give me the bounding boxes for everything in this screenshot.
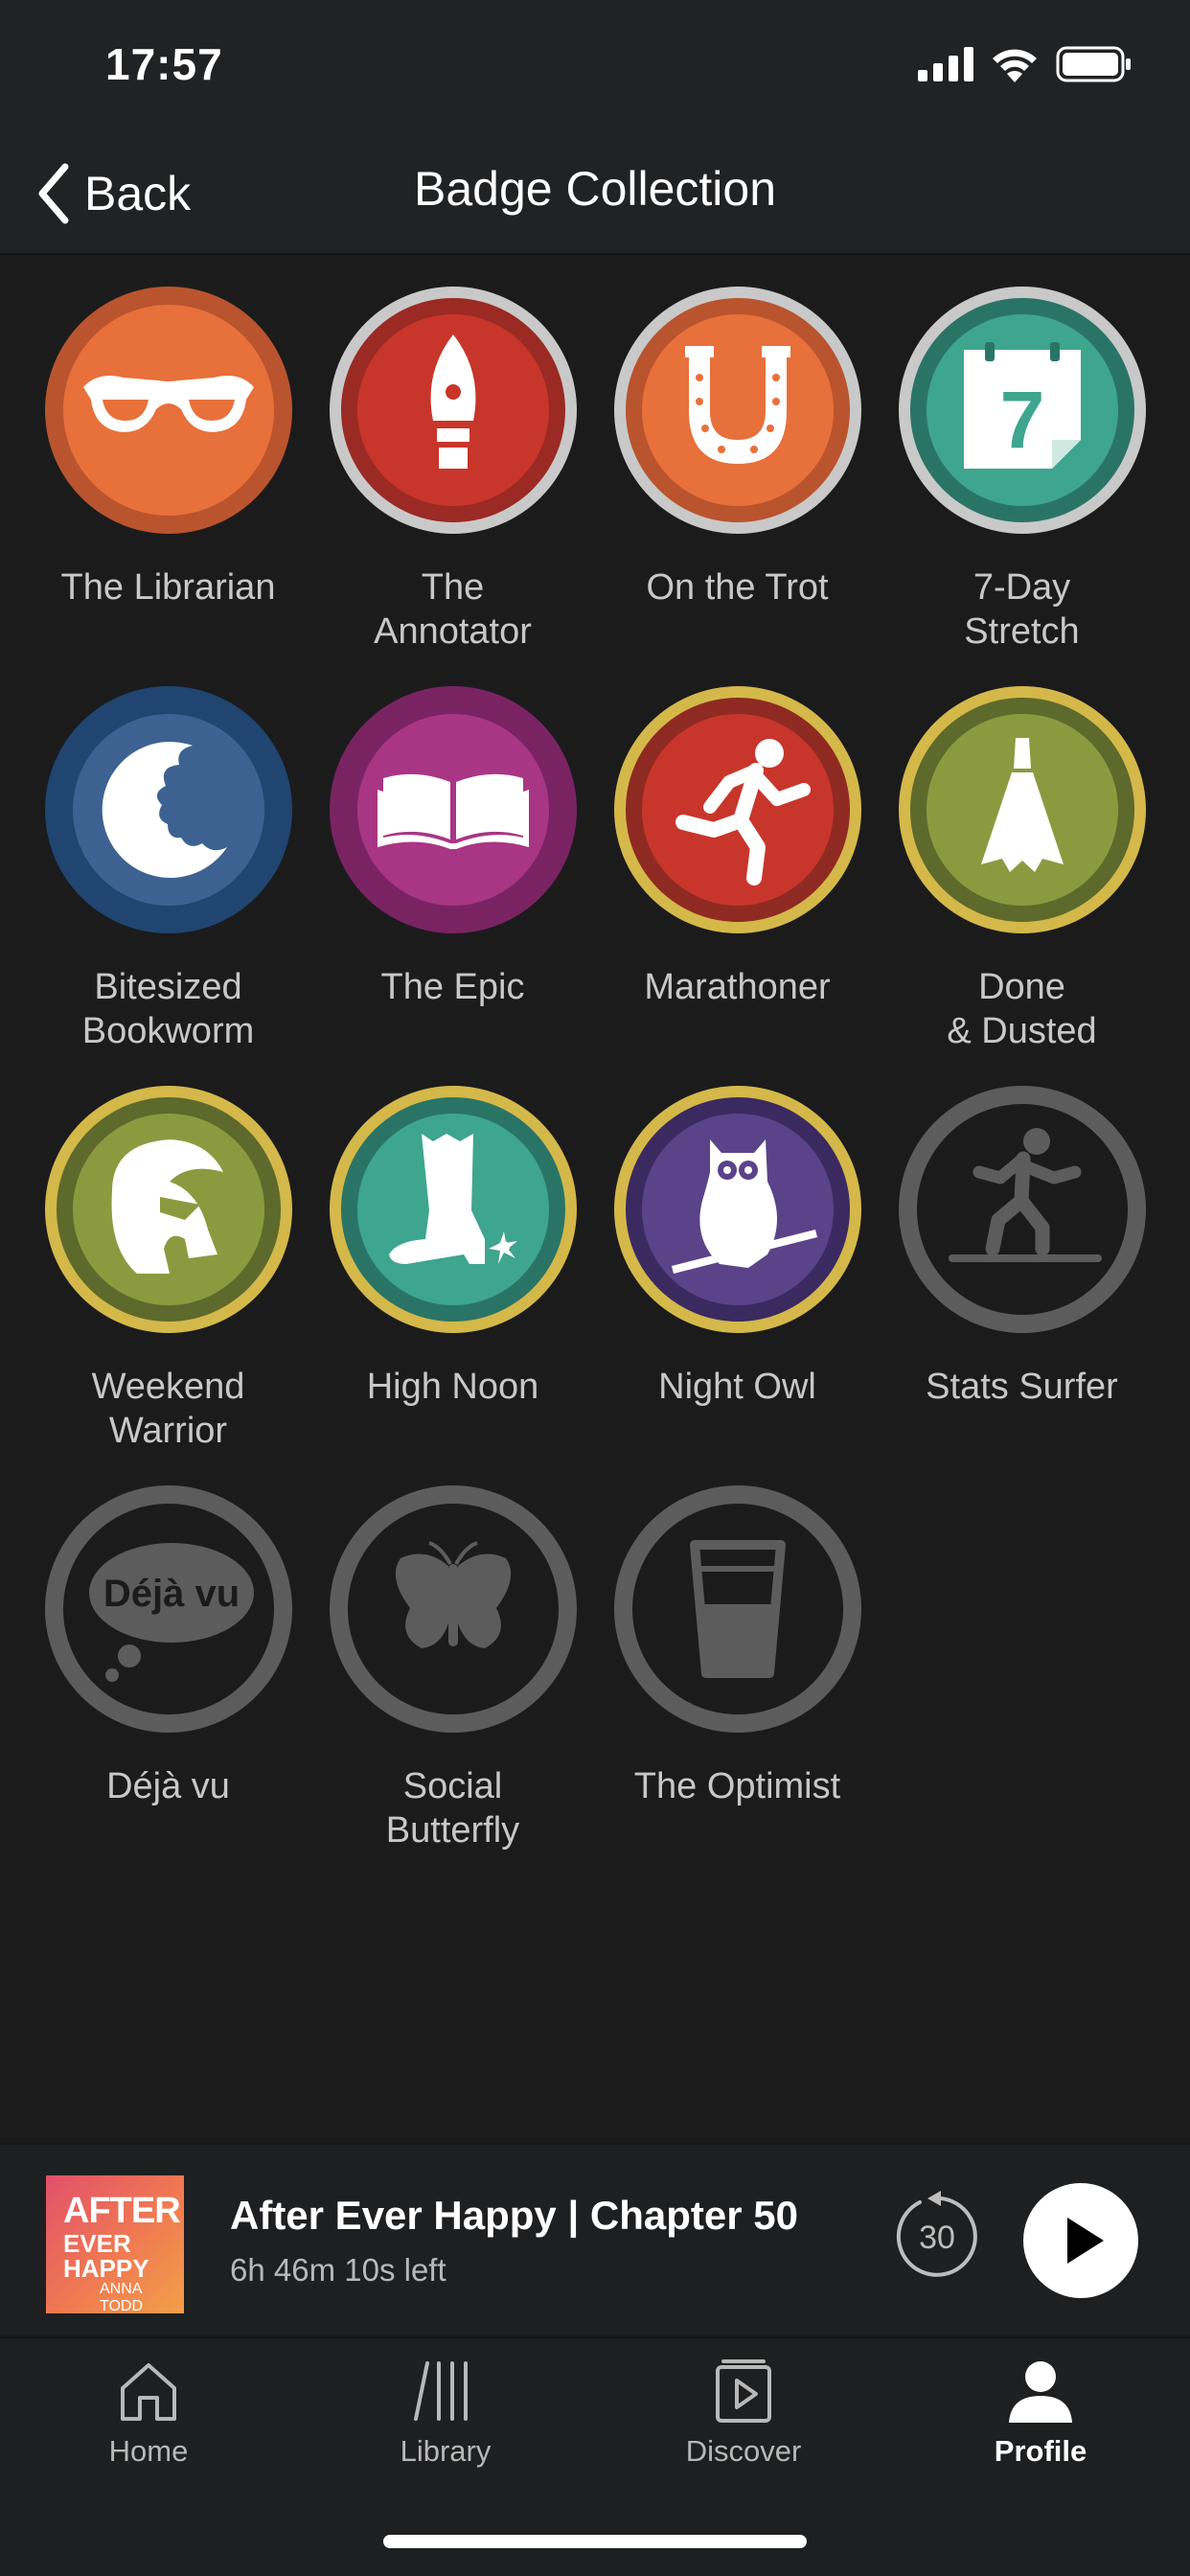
play-button[interactable] [1023, 2183, 1138, 2298]
badge-label: Night Owl [658, 1367, 816, 1407]
spartan-helmet-icon [45, 1086, 292, 1333]
play-icon [1067, 2218, 1104, 2264]
badge-label: High Noon [366, 1367, 539, 1407]
half-glass-icon [614, 1485, 861, 1733]
tab-profile[interactable]: Profile [945, 2358, 1136, 2501]
badge-bitesized-bookworm[interactable]: Bitesized Bookworm [26, 655, 310, 1051]
cowboy-boot-icon [330, 1086, 577, 1333]
runner-icon [614, 686, 861, 933]
tab-home[interactable]: Home [53, 2358, 244, 2501]
badge-label: Social Butterfly [385, 1766, 520, 1851]
badge-label: Bitesized Bookworm [81, 967, 255, 1051]
badge-label: Done & Dusted [947, 967, 1097, 1051]
badge-on-the-trot[interactable]: On the Trot [595, 255, 880, 638]
wifi-icon [993, 49, 1037, 82]
fountain-pen-icon [330, 287, 577, 534]
badge-the-epic[interactable]: The Epic [310, 655, 595, 1038]
badge-weekend-warrior[interactable]: Weekend Warrior [26, 1054, 310, 1451]
badge-label: Weekend Warrior [91, 1367, 245, 1451]
home-indicator[interactable] [383, 2535, 807, 2548]
badge-the-optimist[interactable]: The Optimist [595, 1454, 880, 1837]
badge-label: The Annotator [374, 567, 532, 652]
owl-icon [614, 1086, 861, 1333]
thought-bubble-text: Déjà vu [103, 1573, 240, 1615]
badge-label: The Librarian [60, 567, 276, 608]
badge-done-dusted[interactable]: Done & Dusted [880, 655, 1164, 1051]
tab-label: Discover [685, 2434, 802, 2468]
badge-label: Stats Surfer [926, 1367, 1118, 1407]
bitten-cookie-icon [45, 686, 292, 933]
tab-label: Profile [994, 2434, 1087, 2468]
profile-icon [1009, 2361, 1072, 2423]
cover-title-line1: AFTER [63, 2191, 181, 2231]
badge-label: The Optimist [633, 1766, 841, 1806]
calendar-icon: 7 [899, 287, 1146, 534]
badge-stats-surfer[interactable]: Stats Surfer [880, 1054, 1164, 1438]
butterfly-icon [330, 1485, 577, 1733]
badge-label: Marathoner [644, 967, 831, 1007]
nav-bar: Back Badge Collection [0, 134, 1190, 255]
badge-high-noon[interactable]: High Noon [310, 1054, 595, 1438]
surfer-icon [899, 1086, 1146, 1333]
tab-label: Library [400, 2434, 492, 2468]
cover-title-line3: HAPPY [63, 2254, 149, 2283]
tab-discover[interactable]: Discover [648, 2358, 839, 2501]
tab-library[interactable]: Library [350, 2358, 541, 2501]
status-time: 17:57 [105, 39, 223, 89]
status-icons [918, 46, 1133, 82]
badge-7-day-stretch[interactable]: 7 7-Day Stretch [880, 255, 1164, 652]
status-bar: 17:57 [0, 0, 1190, 134]
open-book-icon [330, 686, 577, 933]
skip-seconds: 30 [919, 2220, 955, 2256]
badge-label: 7-Day Stretch [964, 567, 1080, 652]
badge-social-butterfly[interactable]: Social Butterfly [310, 1454, 595, 1851]
glasses-icon [45, 287, 292, 534]
home-icon [121, 2363, 176, 2421]
badge-marathoner[interactable]: Marathoner [595, 655, 880, 1038]
cover-author: ANNA TODD [100, 2281, 144, 2313]
badge-night-owl[interactable]: Night Owl [595, 1054, 880, 1438]
badge-the-annotator[interactable]: The Annotator [310, 255, 595, 652]
time-remaining: 6h 46m 10s left [230, 2252, 446, 2288]
badge-label: On the Trot [646, 567, 829, 608]
broom-icon [899, 686, 1146, 933]
thought-bubble-icon: Déjà vu [45, 1485, 292, 1733]
track-title: After Ever Happy | Chapter 50 [230, 2193, 798, 2238]
battery-icon [1056, 46, 1131, 82]
mini-player[interactable]: AFTER EVER HAPPY ANNA TODD After Ever Ha… [0, 2143, 1190, 2334]
page-title: Badge Collection [413, 162, 777, 216]
badge-label: The Epic [380, 967, 525, 1007]
album-cover[interactable]: AFTER EVER HAPPY ANNA TODD [46, 2175, 184, 2313]
calendar-day-number: 7 [1000, 375, 1045, 465]
discover-icon [716, 2359, 771, 2423]
badge-label: Déjà vu [106, 1766, 230, 1806]
tab-label: Home [108, 2434, 189, 2468]
signal-icon [918, 47, 973, 81]
library-icon [414, 2361, 468, 2421]
skip-back-30-button[interactable]: 30 [891, 2191, 983, 2283]
horseshoe-icon [614, 287, 861, 534]
badge-the-librarian[interactable]: The Librarian [26, 255, 310, 638]
badge-deja-vu[interactable]: Déjà vu Déjà vu [26, 1454, 310, 1837]
